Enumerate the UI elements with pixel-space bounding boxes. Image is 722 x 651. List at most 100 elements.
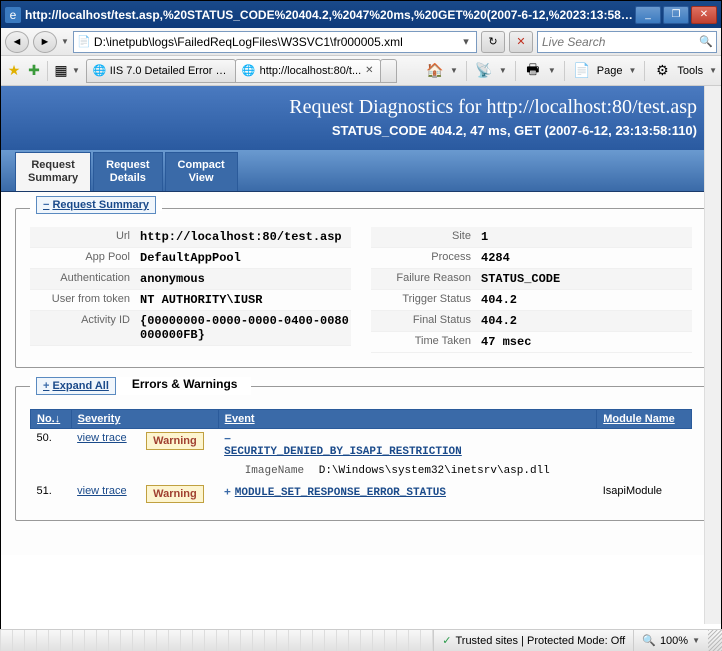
resize-grip[interactable] — [708, 630, 722, 651]
table-row: 50. view trace Warning − SECURITY_DENIED… — [31, 429, 692, 483]
event-detail: ImageName D:\Windows\system32\inetsrv\as… — [224, 464, 591, 479]
zoom-icon: 🔍 — [642, 634, 656, 647]
refresh-button[interactable]: ↻ — [481, 31, 505, 53]
col-event[interactable]: Event — [218, 410, 597, 429]
view-trace-link[interactable]: view trace — [77, 485, 127, 497]
diagnostics-header: Request Diagnostics for http://localhost… — [1, 86, 721, 150]
label-usertoken: User from token — [30, 293, 140, 305]
status-bar: ✓ Trusted sites | Protected Mode: Off 🔍 … — [0, 629, 722, 651]
collapse-summary-button[interactable]: −Request Summary — [36, 196, 156, 214]
page-menu-icon[interactable]: 📄 — [573, 62, 591, 80]
close-button[interactable]: ✕ — [691, 6, 717, 24]
back-button[interactable]: ◄ — [5, 31, 29, 53]
event-link[interactable]: MODULE_SET_RESPONSE_ERROR_STATUS — [235, 487, 446, 499]
ie-icon: 🌐 — [93, 64, 106, 77]
label-process: Process — [371, 251, 481, 263]
tab-request-details[interactable]: RequestDetails — [93, 152, 162, 191]
detail-value: D:\Windows\system32\inetsrv\asp.dll — [319, 465, 550, 477]
label-site: Site — [371, 230, 481, 242]
col-module[interactable]: Module Name — [597, 410, 692, 429]
separator — [47, 61, 48, 81]
label-timetaken: Time Taken — [371, 335, 481, 347]
expand-icon[interactable]: + — [224, 485, 231, 498]
print-icon[interactable]: 🖶 — [524, 62, 542, 80]
maximize-button[interactable]: ❐ — [663, 6, 689, 24]
view-trace-link[interactable]: view trace — [77, 432, 127, 444]
tab-compact-view[interactable]: CompactView — [165, 152, 238, 191]
value-failreason: STATUS_CODE — [481, 272, 692, 286]
quick-tabs-dropdown[interactable]: ▼ — [72, 66, 80, 75]
tab-close-icon[interactable]: ✕ — [365, 65, 373, 76]
tab-request-summary[interactable]: RequestSummary — [15, 152, 91, 191]
search-box[interactable]: 🔍 — [537, 31, 717, 53]
window-title: http://localhost/test.asp,%20STATUS_CODE… — [25, 8, 635, 22]
value-site: 1 — [481, 230, 692, 244]
value-timetaken: 47 msec — [481, 335, 692, 349]
label-finalstatus: Final Status — [371, 314, 481, 326]
label-activityid: Activity ID — [30, 314, 140, 326]
value-apppool: DefaultAppPool — [140, 251, 351, 265]
ie-icon: e — [5, 7, 21, 23]
value-url: http://localhost:80/test.asp — [140, 230, 351, 244]
ie-icon: 🌐 — [242, 64, 256, 77]
label-url: Url — [30, 230, 140, 242]
status-trusted: ✓ Trusted sites | Protected Mode: Off — [433, 630, 633, 651]
errors-warnings-legend: Errors & Warnings — [124, 377, 246, 395]
value-activityid: {00000000-0000-0000-0400-0080000000FB} — [140, 314, 351, 342]
page-menu[interactable]: Page — [597, 65, 623, 77]
quick-tabs-icon[interactable]: ▦ — [52, 62, 70, 80]
window-titlebar: e http://localhost/test.asp,%20STATUS_CO… — [1, 1, 721, 28]
table-row: 51. view trace Warning +MODULE_SET_RESPO… — [31, 482, 692, 506]
address-input[interactable] — [94, 35, 458, 49]
minimize-button[interactable]: _ — [635, 6, 661, 24]
add-favorite-icon[interactable]: ✚ — [25, 62, 43, 80]
zoom-dropdown[interactable]: ▼ — [692, 636, 700, 645]
vertical-scrollbar[interactable] — [704, 86, 721, 624]
event-link[interactable]: SECURITY_DENIED_BY_ISAPI_RESTRICTION — [224, 446, 462, 458]
diag-tabbar: RequestSummary RequestDetails CompactVie… — [1, 150, 721, 192]
home-icon[interactable]: 🏠 — [426, 62, 444, 80]
forward-button[interactable]: ► — [33, 31, 57, 53]
value-process: 4284 — [481, 251, 692, 265]
severity-badge: Warning — [146, 432, 204, 450]
cell-no: 50. — [31, 429, 72, 483]
label-apppool: App Pool — [30, 251, 140, 263]
label-trigstatus: Trigger Status — [371, 293, 481, 305]
stop-button[interactable]: ✕ — [509, 31, 533, 53]
favorites-star-icon[interactable]: ★ — [5, 62, 23, 80]
page-subtitle: STATUS_CODE 404.2, 47 ms, GET (2007-6-12… — [25, 123, 697, 138]
col-no[interactable]: No.↓ — [31, 410, 72, 429]
collapse-icon[interactable]: − — [224, 432, 231, 445]
tab-label: IIS 7.0 Detailed Error - 4... — [110, 65, 229, 77]
browser-tab-0[interactable]: 🌐 IIS 7.0 Detailed Error - 4... — [86, 59, 236, 83]
label-failreason: Failure Reason — [371, 272, 481, 284]
detail-label: ImageName — [224, 464, 304, 479]
status-spacer — [0, 630, 433, 651]
cell-module: IsapiModule — [597, 482, 692, 506]
request-url-link[interactable]: http://localhost:80/test.asp — [486, 96, 697, 118]
search-icon[interactable]: 🔍 — [699, 35, 713, 48]
value-usertoken: NT AUTHORITY\IUSR — [140, 293, 351, 307]
tab-label: http://localhost:80/t... — [260, 65, 362, 77]
address-dropdown[interactable]: ▾ — [458, 35, 474, 48]
tools-menu[interactable]: Tools — [677, 65, 703, 77]
browser-tab-1[interactable]: 🌐 http://localhost:80/t... ✕ — [235, 59, 381, 83]
col-severity[interactable]: Severity — [71, 410, 218, 429]
search-input[interactable] — [542, 35, 699, 49]
value-auth: anonymous — [140, 272, 351, 286]
value-trigstatus: 404.2 — [481, 293, 692, 307]
value-finalstatus: 404.2 — [481, 314, 692, 328]
tools-menu-icon[interactable]: ⚙ — [653, 62, 671, 80]
check-icon: ✓ — [442, 634, 451, 647]
errors-warnings-fieldset: +Expand All Errors & Warnings No.↓ Sever… — [15, 386, 707, 521]
feeds-icon[interactable]: 📡 — [475, 62, 493, 80]
expand-all-button[interactable]: +Expand All — [36, 377, 116, 395]
content-area: Request Diagnostics for http://localhost… — [1, 86, 721, 624]
nav-bar: ◄ ► ▼ 📄 ▾ ↻ ✕ 🔍 — [1, 28, 721, 56]
zoom-control[interactable]: 🔍 100% ▼ — [633, 630, 708, 651]
address-bar[interactable]: 📄 ▾ — [73, 31, 477, 53]
new-tab-button[interactable] — [380, 59, 397, 83]
page-body: −Request Summary Urlhttp://localhost:80/… — [1, 192, 721, 555]
history-dropdown[interactable]: ▼ — [61, 37, 69, 46]
request-summary-fieldset: −Request Summary Urlhttp://localhost:80/… — [15, 208, 707, 368]
